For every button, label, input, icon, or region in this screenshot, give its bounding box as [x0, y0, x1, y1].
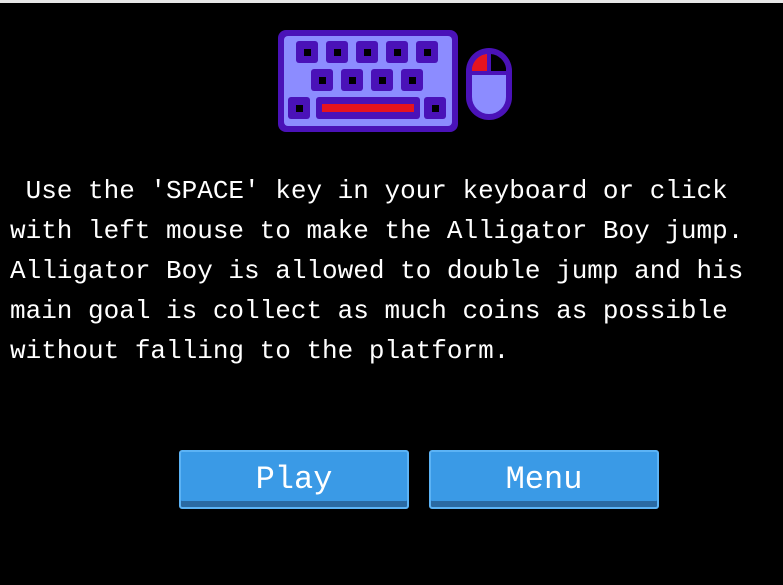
- space-bar-highlight: [322, 104, 414, 112]
- instructions-line: with left mouse to make the Alligator Bo…: [10, 216, 744, 246]
- play-button[interactable]: Play: [179, 450, 409, 509]
- instructions-line: main goal is collect as much coins as po…: [10, 296, 728, 326]
- instructions-line: without falling to the platform.: [10, 336, 510, 366]
- menu-button[interactable]: Menu: [429, 450, 659, 509]
- game-screen: Use the 'SPACE' key in your keyboard or …: [0, 0, 783, 585]
- instructions-text: Use the 'SPACE' key in your keyboard or …: [10, 171, 780, 371]
- top-border: [0, 0, 783, 3]
- mouse-icon: [466, 48, 512, 120]
- instructions-line: Use the 'SPACE' key in your keyboard or …: [10, 176, 728, 206]
- instructions-line: Alligator Boy is allowed to double jump …: [10, 256, 744, 286]
- keyboard-icon: [278, 30, 458, 132]
- controls-illustration: [278, 30, 512, 132]
